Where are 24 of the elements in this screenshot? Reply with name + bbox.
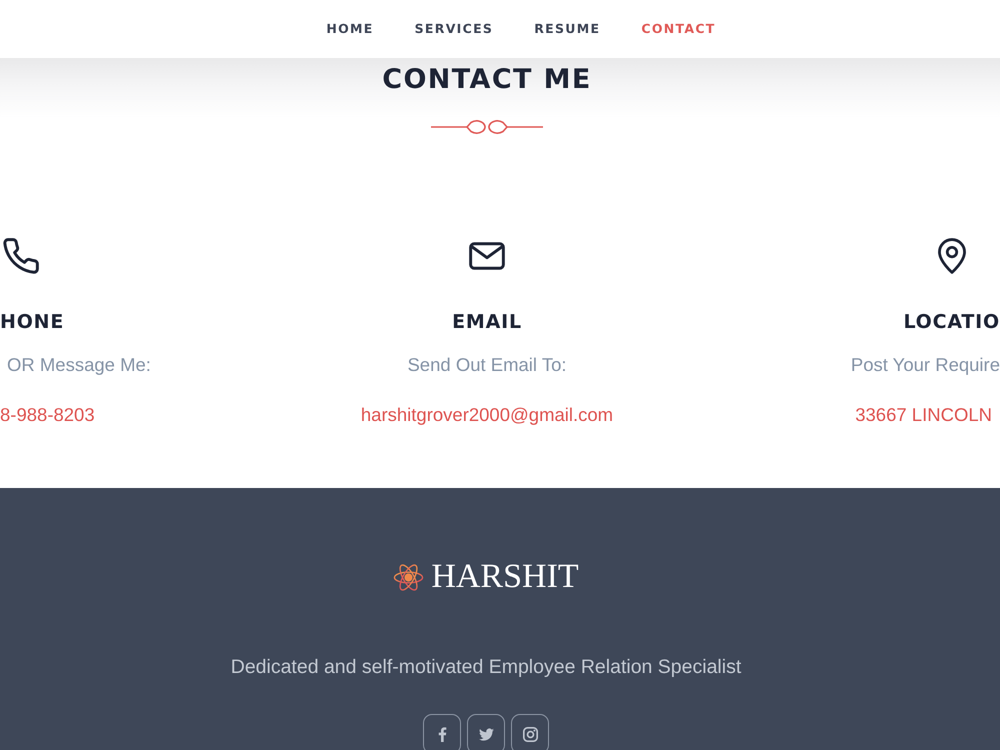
nav-link[interactable]: RESUME xyxy=(534,20,600,38)
twitter-icon xyxy=(478,726,494,742)
email-address: harshitgrover2000@gmail.com xyxy=(360,404,614,425)
tagline: Dedicated and self-motivated Employee Relation Specialist xyxy=(230,656,742,678)
contact-subtitle: Send Out Email To: xyxy=(407,354,567,375)
phone-number: 8-988-8203 xyxy=(0,404,95,425)
social-button[interactable] xyxy=(511,714,549,750)
nav-link[interactable]: HOME xyxy=(326,20,374,38)
instagram-icon xyxy=(522,726,538,742)
atom-icon xyxy=(393,562,424,592)
nav-link[interactable]: CONTACT xyxy=(641,20,716,38)
brand-name: HARSHIT xyxy=(431,557,579,597)
contact-title: LOCATIO xyxy=(903,310,1000,334)
phone-icon xyxy=(3,238,39,274)
contact-title: EMAIL xyxy=(452,310,522,334)
contact-subtitle: OR Message Me: xyxy=(7,354,151,375)
nav-link[interactable]: SERVICES xyxy=(414,20,494,38)
contact-subtitle: Post Your Require xyxy=(850,354,1000,375)
contact-title: HONE xyxy=(0,310,64,334)
street-address: 33667 LINCOLN xyxy=(855,404,992,425)
section-title: CONTACT ME xyxy=(382,63,592,97)
ornament-divider-icon xyxy=(431,120,543,134)
social-button[interactable] xyxy=(423,714,461,750)
social-button[interactable] xyxy=(467,714,505,750)
